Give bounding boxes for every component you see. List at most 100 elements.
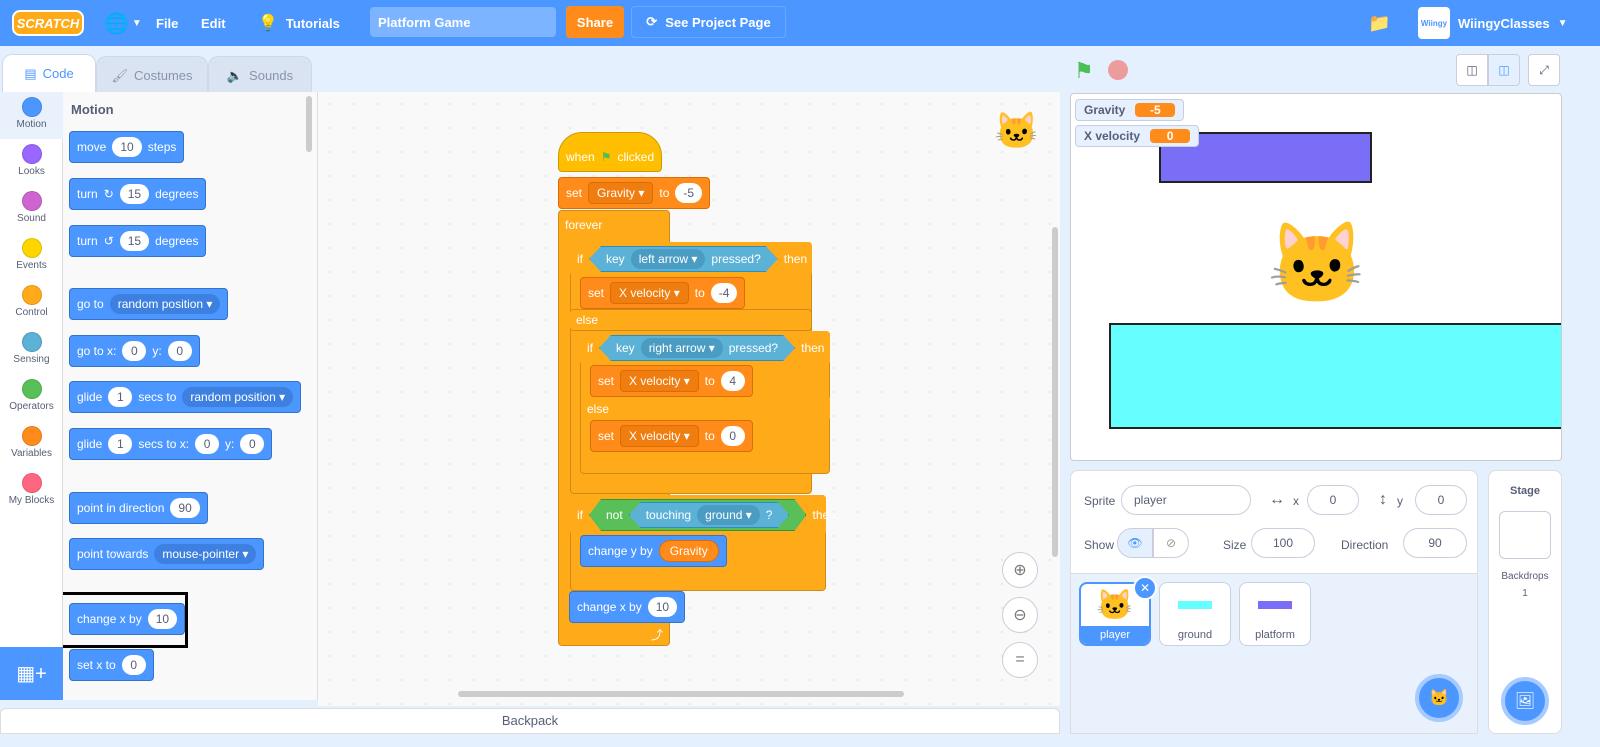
script-area[interactable]: 🐱 forever if key left arrow ▾ pressed? then … — [318, 92, 1060, 706]
if-header: if not touching ground ▾? then — [570, 495, 836, 535]
tab-label: Costumes — [133, 68, 193, 83]
menu-bar: SCRATCH 🌐▼ File Edit 💡 Tutorials Share ⟳ S… — [0, 0, 1600, 46]
large-stage-button[interactable]: ◫ — [1488, 54, 1520, 86]
account-menu[interactable]: WiingyClasses ▼ — [1458, 0, 1568, 46]
block-set-x-velocity[interactable]: set X velocity ▾ to -4 — [580, 277, 746, 309]
size-input[interactable]: 100 — [1251, 528, 1315, 558]
brush-icon: 🖌 — [111, 67, 128, 83]
ground-sprite[interactable] — [1109, 323, 1561, 429]
y-label: y — [1397, 494, 1403, 508]
show-visible-button[interactable]: 👁 — [1117, 528, 1153, 558]
remix-icon: ⟳ — [646, 14, 658, 29]
tab-sounds[interactable]: 🔈 Sounds — [208, 56, 312, 94]
add-extension-button[interactable]: ▦+ — [0, 647, 63, 700]
tab-costumes[interactable]: 🖌 Costumes — [96, 56, 208, 94]
edit-menu[interactable]: Edit — [201, 0, 226, 46]
category-operators[interactable]: Operators — [0, 374, 63, 421]
sprite-list: 🐱 player ✕ ground platform 🐱 — [1070, 574, 1478, 734]
tab-code[interactable]: ▤ Code — [2, 54, 96, 92]
block-glide-xy[interactable]: glide 1 secs to x: 0 y: 0 — [69, 428, 273, 460]
block-turn-right[interactable]: turn ↻ 15 degrees — [69, 178, 207, 210]
monitor-x-velocity[interactable]: X velocity 0 — [1075, 125, 1200, 147]
block-turn-left[interactable]: turn ↺ 15 degrees — [69, 225, 207, 257]
vertical-arrows-icon: ↕ — [1379, 491, 1387, 508]
category-looks[interactable]: Looks — [0, 139, 63, 186]
block-set-x[interactable]: set x to 0 — [69, 649, 154, 681]
backpack[interactable]: Backpack — [0, 708, 1060, 734]
sprite-name-input[interactable]: player — [1121, 485, 1251, 515]
show-label: Show — [1084, 538, 1115, 552]
category-menu: Motion Looks Sound Events Control Sensin… — [0, 92, 63, 647]
block-change-x[interactable]: change x by 10 — [569, 591, 686, 623]
block-set-x-velocity[interactable]: set X velocity ▾ to 4 — [590, 365, 753, 397]
fullscreen-button[interactable]: ⤢ — [1528, 54, 1560, 86]
lightbulb-icon: 💡 — [258, 15, 278, 32]
block-point-towards[interactable]: point towards mouse-pointer ▾ — [69, 538, 265, 570]
file-menu[interactable]: File — [156, 0, 178, 46]
add-backdrop-button[interactable]: 🖼 — [1501, 677, 1549, 725]
block-glide[interactable]: glide 1 secs to random position ▾ — [69, 381, 302, 413]
category-sound[interactable]: Sound — [0, 186, 63, 233]
block-move-steps[interactable]: move 10 steps — [69, 131, 185, 163]
else-label: else — [587, 402, 610, 416]
backdrops-label: Backdrops — [1501, 571, 1549, 582]
small-stage-button[interactable]: ◫ — [1456, 54, 1488, 86]
tutorials-label: Tutorials — [285, 15, 340, 31]
sprite-tile-platform[interactable]: platform — [1239, 582, 1311, 646]
stage-canvas[interactable]: 🐱 Gravity -5 X velocity 0 — [1070, 93, 1562, 461]
code-icon: ▤ — [24, 65, 37, 81]
delete-sprite-icon[interactable]: ✕ — [1133, 576, 1157, 600]
block-set-x-velocity[interactable]: set X velocity ▾ to 0 — [590, 420, 753, 452]
add-sprite-button[interactable]: 🐱 — [1415, 674, 1463, 722]
rotate-left-icon: ↺ — [103, 234, 114, 248]
avatar[interactable]: Wiingy — [1418, 7, 1450, 39]
if-header: if key left arrow ▾ pressed? then — [570, 242, 812, 276]
scratch-logo[interactable]: SCRATCH — [12, 10, 84, 36]
project-title-input[interactable] — [370, 7, 556, 37]
zoom-out-button[interactable]: ⊖ — [1002, 597, 1038, 633]
tutorials-button[interactable]: 💡 Tutorials — [258, 0, 340, 46]
block-change-y[interactable]: change y by Gravity — [580, 535, 727, 567]
tab-label: Sounds — [249, 68, 294, 83]
x-input[interactable]: 0 — [1307, 485, 1359, 515]
tab-label: Code — [42, 66, 74, 81]
category-control[interactable]: Control — [0, 280, 63, 327]
backdrop-thumbnail[interactable] — [1499, 511, 1551, 559]
folder-icon[interactable]: 📁 — [1368, 0, 1390, 46]
stop-button[interactable] — [1108, 60, 1128, 80]
horizontal-scrollbar[interactable] — [458, 691, 904, 697]
block-change-x[interactable]: change x by 10 — [69, 603, 186, 635]
zoom-reset-button[interactable]: = — [1002, 642, 1038, 678]
backdrops-count: 1 — [1522, 588, 1528, 599]
stage-selector[interactable]: Stage Backdrops 1 🖼 — [1488, 470, 1562, 734]
if-header: if key right arrow ▾ pressed? then — [580, 331, 830, 365]
vertical-scrollbar[interactable] — [1052, 227, 1058, 557]
sprite-tile-ground[interactable]: ground — [1159, 582, 1231, 646]
forever-label: forever — [565, 218, 603, 232]
see-project-page-button[interactable]: ⟳ See Project Page — [631, 6, 786, 38]
category-motion[interactable]: Motion — [0, 92, 63, 139]
direction-label: Direction — [1341, 538, 1389, 552]
rotate-right-icon: ↻ — [103, 187, 114, 201]
direction-input[interactable]: 90 — [1403, 528, 1467, 558]
category-my-blocks[interactable]: My Blocks — [0, 468, 63, 515]
zoom-in-button[interactable]: ⊕ — [1002, 552, 1038, 588]
sprite-info-panel: Sprite player ↔ x 0 ↕ y 0 Show 👁 ⊘ Size … — [1070, 470, 1478, 574]
category-sensing[interactable]: Sensing — [0, 327, 63, 374]
monitor-gravity[interactable]: Gravity -5 — [1075, 99, 1185, 121]
category-events[interactable]: Events — [0, 233, 63, 280]
y-input[interactable]: 0 — [1415, 485, 1467, 515]
share-button[interactable]: Share — [566, 6, 624, 38]
block-point-direction[interactable]: point in direction 90 — [69, 492, 208, 524]
player-sprite[interactable]: 🐱 — [1267, 224, 1367, 304]
show-hidden-button[interactable]: ⊘ — [1153, 528, 1189, 558]
palette-scrollbar[interactable] — [306, 96, 312, 152]
block-go-to-xy[interactable]: go to x: 0 y: 0 — [69, 335, 200, 367]
block-set-gravity[interactable]: set Gravity ▾ to -5 — [558, 177, 711, 209]
green-flag-button[interactable]: ⚑ — [1074, 58, 1094, 84]
block-go-to[interactable]: go to random position ▾ — [69, 288, 229, 320]
when-flag-clicked-block[interactable]: when ⚑ clicked — [558, 132, 663, 172]
globe-icon[interactable]: 🌐 ▼ — [104, 0, 142, 46]
category-variables[interactable]: Variables — [0, 421, 63, 468]
else-label: else — [576, 313, 599, 327]
